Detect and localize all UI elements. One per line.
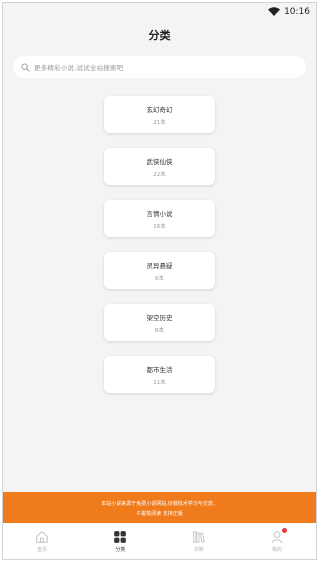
tab-home[interactable]: 首页 [12, 530, 72, 553]
category-count: 8本 [155, 327, 164, 334]
tab-label: 书架 [193, 546, 204, 553]
user-icon [270, 527, 287, 544]
disclaimer-banner: 本站小说来源于免费小说网站,仅做技术学习与交流。 ©掘笔阅读 支持正版 [3, 492, 316, 525]
wifi-icon [268, 6, 281, 17]
banner-line-1: 本站小说来源于免费小说网站,仅做技术学习与交流。 [101, 501, 218, 507]
tab-category[interactable]: 分类 [90, 530, 150, 553]
status-bar: 10:16 [3, 3, 316, 20]
notification-badge [281, 527, 287, 533]
tab-label: 首页 [37, 546, 48, 553]
search-bar[interactable]: 更多精彩小说,试试全站搜索吧 [13, 56, 306, 78]
category-name: 灵异悬疑 [146, 261, 173, 270]
category-name: 武侠仙侠 [146, 157, 173, 166]
category-card-history[interactable]: 架空历史 8本 [104, 304, 215, 341]
category-count: 6本 [155, 275, 164, 282]
category-card-mystery[interactable]: 灵异悬疑 6本 [104, 252, 215, 289]
category-name: 架空历史 [146, 313, 173, 322]
status-time: 10:16 [284, 6, 310, 17]
category-count: 16本 [153, 223, 166, 230]
tab-label: 我的 [271, 546, 282, 553]
category-count: 21本 [153, 119, 166, 126]
banner-line-2: ©掘笔阅读 支持正版 [136, 511, 183, 517]
tab-bookshelf[interactable]: 书架 [169, 530, 229, 553]
category-count: 22本 [153, 171, 166, 178]
home-icon [35, 530, 49, 544]
tab-label: 分类 [115, 546, 126, 553]
category-name: 玄幻奇幻 [146, 105, 173, 114]
grid-icon [113, 530, 127, 544]
page-title: 分类 [148, 29, 171, 42]
app-frame: 10:16 分类 更多精彩小说,试试全站搜索吧 玄幻奇幻 21本 武侠仙侠 22… [2, 2, 317, 560]
category-card-romance[interactable]: 言情小说 16本 [104, 200, 215, 237]
category-count: 11本 [153, 379, 166, 386]
category-list: 玄幻奇幻 21本 武侠仙侠 22本 言情小说 16本 灵异悬疑 6本 架空历史 … [3, 96, 316, 393]
category-card-wuxia[interactable]: 武侠仙侠 22本 [104, 148, 215, 185]
tab-bar: 首页 分类 书架 我的 [3, 523, 316, 559]
bookshelf-icon [192, 530, 206, 544]
category-card-urban[interactable]: 都市生活 11本 [104, 356, 215, 393]
search-input[interactable]: 更多精彩小说,试试全站搜索吧 [34, 62, 123, 72]
search-icon [21, 62, 30, 72]
category-name: 都市生活 [146, 365, 173, 374]
category-name: 言情小说 [146, 209, 173, 218]
category-card-fantasy[interactable]: 玄幻奇幻 21本 [104, 96, 215, 133]
tab-profile[interactable]: 我的 [247, 527, 307, 553]
